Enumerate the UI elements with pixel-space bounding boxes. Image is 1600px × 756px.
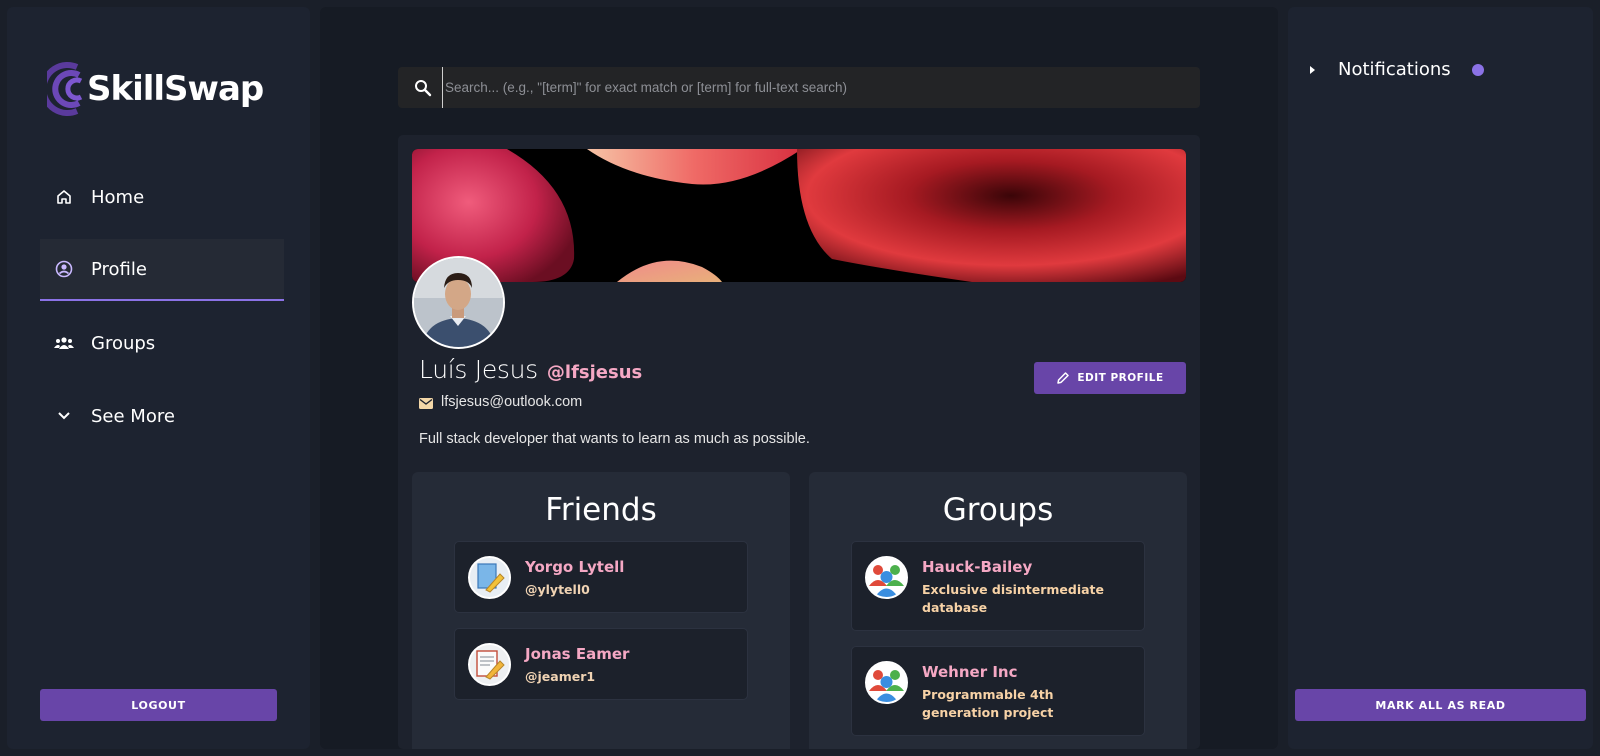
profile-name-row: Luís Jesus @lfsjesus xyxy=(419,355,642,384)
friend-avatar xyxy=(468,643,511,686)
left-sidebar: SkillSwap Home Profile Groups See More L… xyxy=(7,7,310,749)
group-people-icon xyxy=(867,663,906,702)
friend-name: Jonas Eamer xyxy=(525,645,630,663)
profile-avatar[interactable] xyxy=(412,256,505,349)
sidebar-item-groups[interactable]: Groups xyxy=(40,312,284,374)
notifications-sidebar: Notifications MARK ALL AS READ xyxy=(1288,7,1593,749)
unread-indicator-dot xyxy=(1471,63,1484,76)
friend-card[interactable]: Yorgo Lytell @ylytell0 xyxy=(454,541,748,613)
profile-username: @lfsjesus xyxy=(546,362,643,383)
app-logo[interactable]: SkillSwap xyxy=(47,59,264,119)
group-avatar xyxy=(865,661,908,704)
sidebar-item-home[interactable]: Home xyxy=(40,166,284,228)
group-people-icon xyxy=(867,558,906,597)
friends-panel: Friends Yorgo Lytell @ylytell0 Jonas Eam… xyxy=(412,472,790,749)
friend-card[interactable]: Jonas Eamer @jeamer1 xyxy=(454,628,748,700)
friend-handle: @ylytell0 xyxy=(525,582,590,597)
groups-panel: Groups Hauck-Bailey Exclusive disinterme… xyxy=(809,472,1187,749)
banner-image xyxy=(412,149,1186,282)
group-card[interactable]: Wehner Inc Programmable 4th generation p… xyxy=(851,646,1145,736)
skillswap-logo-icon xyxy=(47,62,83,116)
home-icon xyxy=(54,187,74,207)
sidebar-nav: Home Profile Groups See More xyxy=(40,166,284,458)
edit-profile-label: EDIT PROFILE xyxy=(1077,372,1164,384)
group-avatar xyxy=(865,556,908,599)
notebook-pencil-icon xyxy=(470,558,509,597)
user-circle-icon xyxy=(54,259,74,279)
group-description: Exclusive disintermediate database xyxy=(922,582,1104,615)
caret-right-icon xyxy=(1310,65,1315,74)
search-icon xyxy=(414,79,432,97)
edit-profile-button[interactable]: EDIT PROFILE xyxy=(1034,362,1186,394)
group-description: Programmable 4th generation project xyxy=(922,687,1054,720)
sidebar-item-label: Home xyxy=(91,186,145,208)
mark-all-read-button[interactable]: MARK ALL AS READ xyxy=(1295,689,1586,721)
sidebar-item-profile[interactable]: Profile xyxy=(40,239,284,301)
pencil-icon xyxy=(1057,372,1070,384)
search-input[interactable] xyxy=(442,67,1200,108)
profile-photo xyxy=(414,258,503,347)
notifications-title: Notifications xyxy=(1338,59,1451,80)
friend-handle: @jeamer1 xyxy=(525,669,596,684)
groups-title: Groups xyxy=(942,492,1054,528)
group-name: Wehner Inc xyxy=(922,663,1018,681)
logout-button[interactable]: LOGOUT xyxy=(40,689,277,721)
friend-avatar xyxy=(468,556,511,599)
document-pencil-icon xyxy=(470,645,509,684)
search-bar[interactable] xyxy=(398,67,1200,108)
sidebar-item-label: See More xyxy=(91,405,175,427)
profile-email-row: lfsjesus@outlook.com xyxy=(419,394,582,410)
app-name: SkillSwap xyxy=(87,69,264,109)
group-name: Hauck-Bailey xyxy=(922,558,1033,576)
profile-banner xyxy=(412,149,1186,282)
chevron-down-icon xyxy=(54,406,74,426)
profile-card: Luís Jesus @lfsjesus lfsjesus@outlook.co… xyxy=(398,135,1200,749)
main-content: Luís Jesus @lfsjesus lfsjesus@outlook.co… xyxy=(320,7,1278,749)
friends-title: Friends xyxy=(545,492,657,528)
notifications-toggle[interactable]: Notifications xyxy=(1310,59,1484,80)
sidebar-item-label: Profile xyxy=(91,258,147,280)
sidebar-item-see-more[interactable]: See More xyxy=(40,385,284,447)
mail-icon xyxy=(419,397,433,409)
profile-bio: Full stack developer that wants to learn… xyxy=(419,431,810,447)
profile-email: lfsjesus@outlook.com xyxy=(441,394,583,410)
groups-icon xyxy=(54,333,74,353)
profile-full-name: Luís Jesus xyxy=(419,355,538,384)
friend-name: Yorgo Lytell xyxy=(525,558,625,576)
sidebar-item-label: Groups xyxy=(91,332,156,354)
group-card[interactable]: Hauck-Bailey Exclusive disintermediate d… xyxy=(851,541,1145,631)
